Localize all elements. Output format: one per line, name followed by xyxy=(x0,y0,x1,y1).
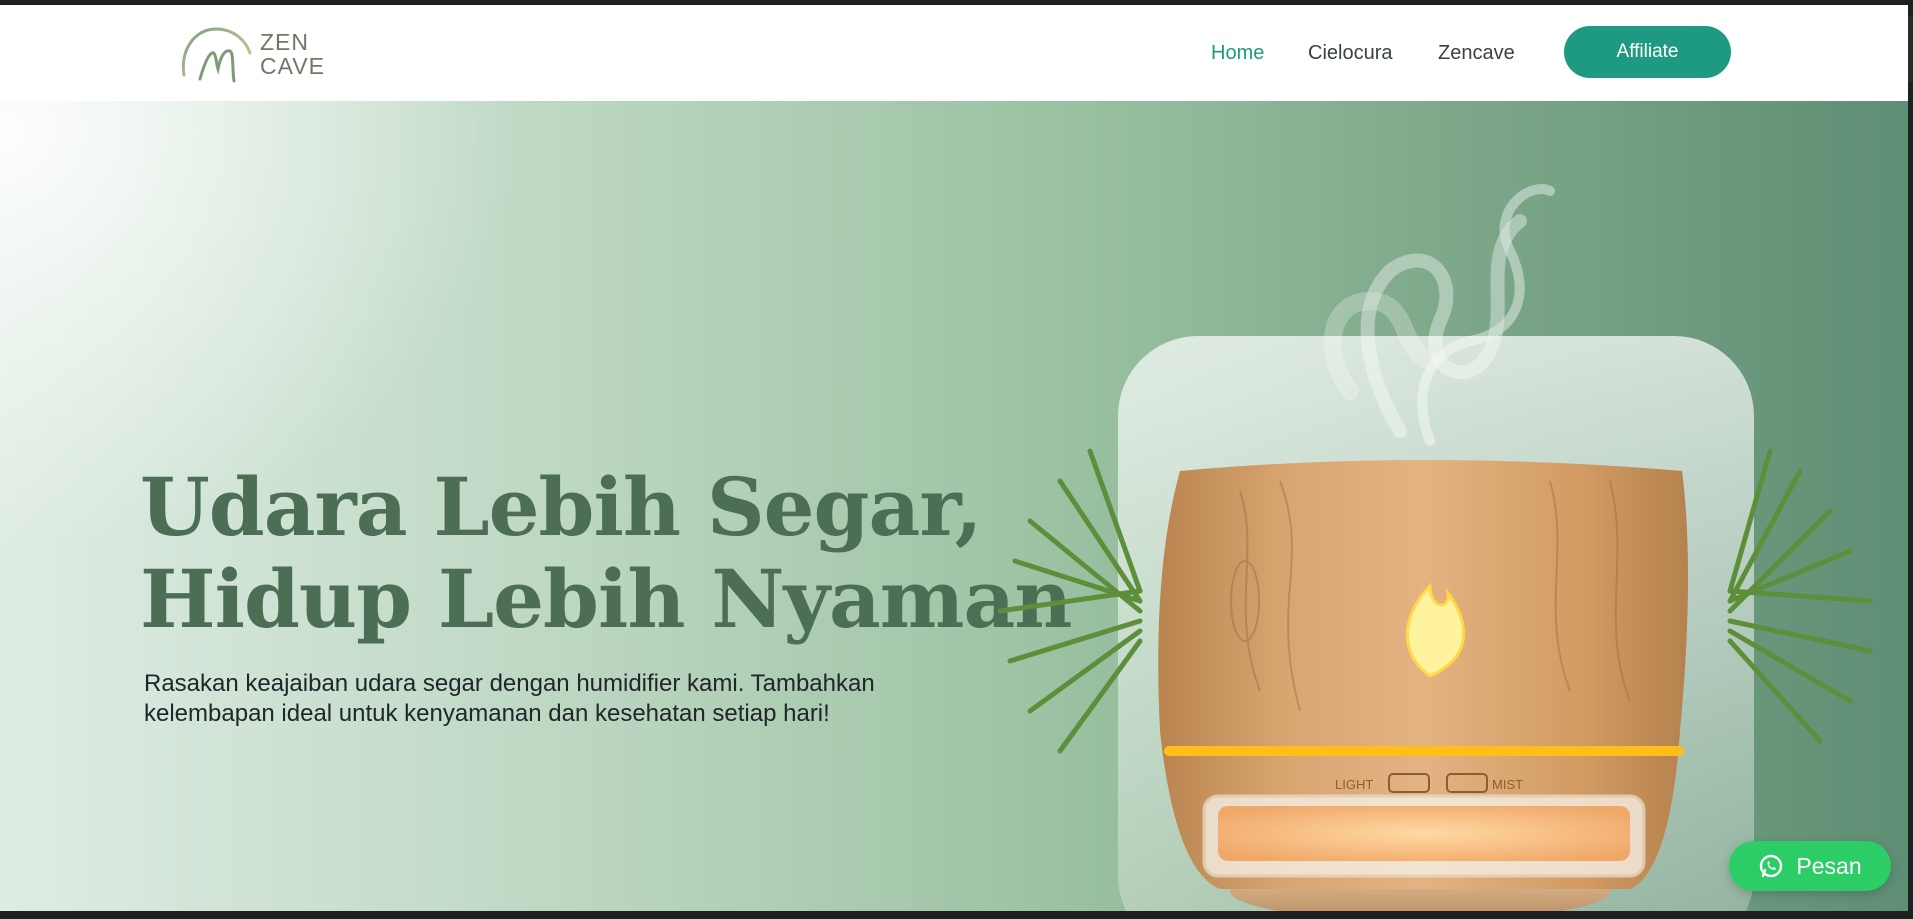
hero-title: Udara Lebih Segar, Hidup Lebih Nyaman xyxy=(140,460,1072,646)
logo-mark-icon xyxy=(181,27,252,83)
scrollbar[interactable] xyxy=(1908,16,1913,82)
brand-line-2: CAVE xyxy=(260,53,325,79)
brand-line-1: ZEN xyxy=(260,29,309,55)
nav-cielocura[interactable]: Cielocura xyxy=(1308,42,1392,65)
hero-title-line-1: Udara Lebih Segar, xyxy=(140,460,983,554)
hero-section: Udara Lebih Segar, Hidup Lebih Nyaman Ra… xyxy=(0,101,1908,911)
hero-description: Rasakan keajaiban udara segar dengan hum… xyxy=(144,670,875,727)
humidifier-product-image: LIGHT MIST xyxy=(997,184,1873,911)
light-strip xyxy=(1164,746,1684,756)
whatsapp-button-label: Pesan xyxy=(1796,852,1862,879)
site-header: ZEN CAVE Home Cielocura Zencave Affiliat… xyxy=(0,5,1908,101)
whatsapp-icon xyxy=(1760,854,1783,878)
brand-wordmark: ZEN CAVE xyxy=(260,30,325,78)
salt-crystals xyxy=(1218,806,1630,861)
window-bottom-border xyxy=(0,911,1913,919)
page: ZEN CAVE Home Cielocura Zencave Affiliat… xyxy=(0,5,1908,911)
nav-zencave[interactable]: Zencave xyxy=(1438,42,1515,65)
hero-title-line-2: Hidup Lebih Nyaman xyxy=(140,552,1072,646)
brand-logo[interactable]: ZEN CAVE xyxy=(178,21,338,87)
nav-home[interactable]: Home xyxy=(1211,42,1264,65)
light-label: LIGHT xyxy=(1335,777,1373,792)
whatsapp-order-button[interactable]: Pesan xyxy=(1729,841,1891,891)
mist-label: MIST xyxy=(1492,777,1523,792)
affiliate-button[interactable]: Affiliate xyxy=(1564,26,1731,78)
